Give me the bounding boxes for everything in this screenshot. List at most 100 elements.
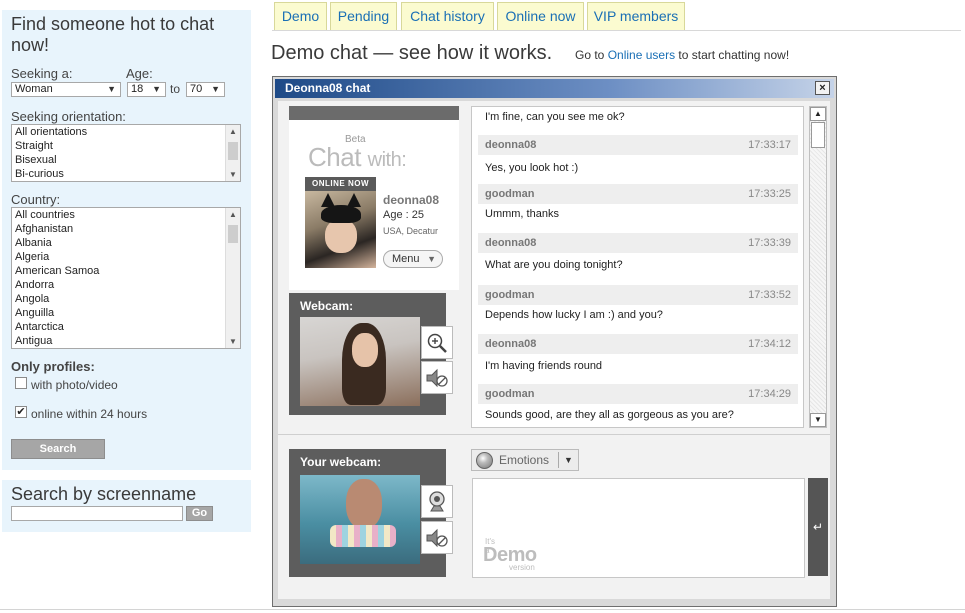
message-header: deonna08 17:33:39: [478, 233, 798, 253]
message-text: Ummm, thanks: [485, 208, 559, 220]
country-listbox[interactable]: All countries Afghanistan Albania Algeri…: [11, 207, 241, 349]
partner-webcam-video: [300, 317, 420, 406]
list-item[interactable]: Afghanistan: [12, 222, 240, 236]
tab-demo[interactable]: Demo: [274, 2, 327, 30]
list-item[interactable]: American Samoa: [12, 264, 240, 278]
scroll-up-icon[interactable]: ▲: [810, 107, 826, 121]
message-header: deonna08 17:33:17: [478, 135, 798, 155]
webcam-toggle-button[interactable]: [421, 485, 453, 518]
partner-sound-button[interactable]: [421, 361, 453, 394]
emotions-button[interactable]: Emotions ▼: [471, 449, 579, 471]
list-item[interactable]: Antarctica: [12, 320, 240, 334]
country-scrollbar[interactable]: ▲ ▼: [225, 208, 240, 348]
orientation-label: Seeking orientation:: [11, 109, 126, 124]
list-item[interactable]: Antigua: [12, 334, 240, 348]
card-header-bar: [289, 106, 459, 120]
screenname-input[interactable]: [11, 506, 183, 521]
message-scrollbar[interactable]: ▲ ▼: [809, 106, 827, 428]
chevron-down-icon[interactable]: ▼: [564, 450, 573, 470]
video-head: [346, 479, 382, 529]
message-author: goodman: [485, 388, 535, 400]
speaker-muted-icon: [426, 368, 448, 388]
scroll-down-icon[interactable]: ▼: [229, 337, 237, 346]
tab-online-now[interactable]: Online now: [497, 2, 584, 30]
list-item[interactable]: Albania: [12, 236, 240, 250]
zoom-button[interactable]: [421, 326, 453, 359]
go-button[interactable]: Go: [186, 506, 213, 521]
tab-divider: [272, 30, 961, 31]
list-item[interactable]: Bisexual: [12, 153, 240, 167]
chevron-down-icon: ▼: [211, 84, 220, 94]
message-header: deonna08 17:34:12: [478, 334, 798, 354]
photo-face: [325, 219, 357, 253]
find-title: Find someone hot to chat now!: [11, 14, 215, 55]
scroll-up-icon[interactable]: ▲: [229, 210, 237, 219]
goto-hint: Go to Online users to start chatting now…: [575, 48, 789, 62]
menu-label: Menu: [392, 253, 420, 265]
list-item[interactable]: All countries: [12, 208, 240, 222]
list-item[interactable]: Algeria: [12, 250, 240, 264]
list-item[interactable]: Anguilla: [12, 306, 240, 320]
button-separator: [558, 452, 559, 468]
video-scarf: [330, 525, 396, 547]
list-item[interactable]: Straight: [12, 139, 240, 153]
smiley-icon: [476, 452, 493, 469]
close-icon: ×: [819, 82, 826, 94]
chat-body: Beta Chat with: ONLINE NOW deonna08 Age …: [278, 101, 830, 599]
online-checkbox[interactable]: ✔: [15, 406, 27, 418]
message-header: goodman 17:33:52: [478, 285, 798, 305]
emotions-label: Emotions: [499, 453, 550, 467]
message-author: goodman: [485, 289, 535, 301]
message-text: I'm fine, can you see me ok?: [485, 111, 625, 123]
tab-pending[interactable]: Pending: [330, 2, 397, 30]
orientation-listbox[interactable]: All orientations Straight Bisexual Bi-cu…: [11, 124, 241, 182]
seeking-select[interactable]: Woman ▼: [11, 82, 121, 97]
scroll-down-icon[interactable]: ▼: [810, 413, 826, 427]
tab-chat-history[interactable]: Chat history: [401, 2, 494, 30]
message-text: Yes, you look hot :): [485, 162, 579, 174]
list-item[interactable]: Angola: [12, 292, 240, 306]
age-to-select[interactable]: 70 ▼: [186, 82, 225, 97]
message-time: 17:33:25: [748, 188, 791, 200]
search-button[interactable]: Search: [11, 439, 105, 459]
profile-photo[interactable]: [305, 191, 376, 268]
scroll-down-icon[interactable]: ▼: [229, 170, 237, 179]
your-webcam-video: [300, 475, 420, 564]
profile-location: USA, Decatur: [383, 226, 439, 236]
chat-with-small: with:: [367, 149, 407, 171]
with-photo-label: with photo/video: [31, 378, 118, 392]
search-panel: Find someone hot to chat now! Seeking a:…: [2, 10, 251, 470]
online-label: online within 24 hours: [31, 407, 148, 421]
speaker-muted-icon: [426, 528, 448, 548]
scroll-thumb[interactable]: [228, 142, 238, 160]
list-item[interactable]: Andorra: [12, 278, 240, 292]
goto-prefix: Go to: [575, 48, 605, 62]
orientation-scrollbar[interactable]: ▲ ▼: [225, 125, 240, 181]
profile-name: deonna08: [383, 193, 440, 207]
age-from-value: 18: [131, 83, 144, 95]
demo-stamp-bottom: version: [509, 563, 535, 572]
your-sound-button[interactable]: [421, 521, 453, 554]
page-title: Demo chat — see how it works.: [271, 42, 553, 64]
scroll-thumb[interactable]: [228, 225, 238, 243]
online-users-link[interactable]: Online users: [608, 48, 675, 62]
age-from-select[interactable]: 18 ▼: [127, 82, 166, 97]
message-input[interactable]: It's a Demo version: [472, 478, 805, 578]
close-button[interactable]: ×: [815, 81, 830, 95]
send-button[interactable]: ↵: [808, 478, 828, 576]
checkmark-icon: ✔: [16, 406, 26, 418]
profile-menu-button[interactable]: Menu ▼: [383, 250, 443, 268]
scroll-thumb[interactable]: [811, 122, 825, 148]
seeking-label: Seeking a:: [11, 66, 73, 81]
with-photo-checkbox[interactable]: [15, 377, 27, 389]
tab-vip-members[interactable]: VIP members: [587, 2, 685, 30]
chevron-down-icon: ▼: [427, 254, 436, 264]
message-time: 17:33:39: [748, 237, 791, 249]
message-author: deonna08: [485, 139, 537, 151]
screenname-panel: Search by screenname Go: [2, 480, 251, 532]
list-item[interactable]: Bi-curious: [12, 167, 240, 181]
list-item[interactable]: All orientations: [12, 125, 240, 139]
message-text: Depends how lucky I am :) and you?: [485, 309, 663, 321]
message-text: Sounds good, are they all as gorgeous as…: [485, 409, 734, 421]
scroll-up-icon[interactable]: ▲: [229, 127, 237, 136]
